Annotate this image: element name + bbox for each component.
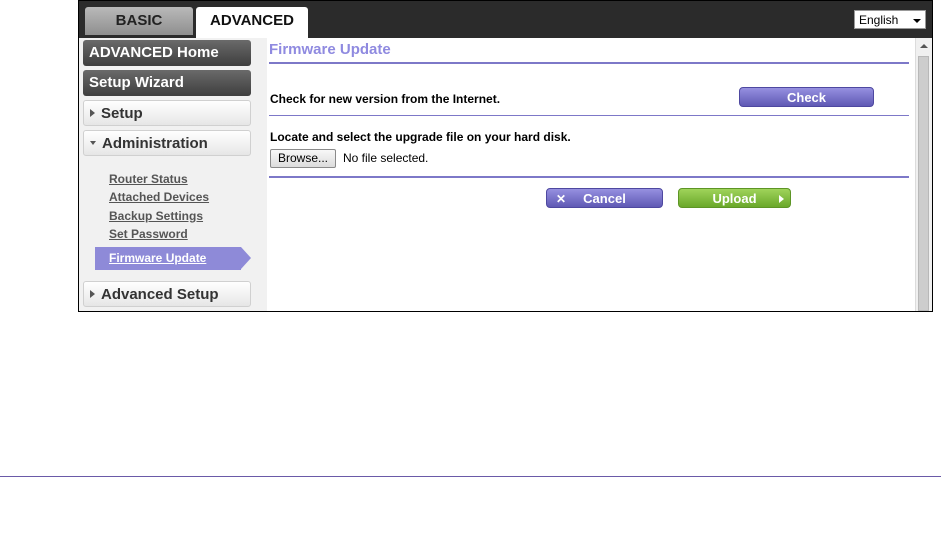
page-title: Firmware Update [269, 41, 391, 58]
triangle-down-icon [90, 141, 96, 146]
main-content: Firmware Update Check for new version fr… [267, 38, 932, 311]
upload-button[interactable]: Upload [678, 188, 791, 208]
sidebar-item-advanced-setup[interactable]: Advanced Setup [83, 281, 251, 307]
scroll-thumb[interactable] [918, 56, 929, 311]
cancel-button-label: Cancel [583, 191, 626, 206]
locate-label: Locate and select the upgrade file on yo… [270, 130, 571, 144]
sidebar: ADVANCED Home Setup Wizard Setup Adminis… [79, 38, 267, 311]
sidebar-subitem-firmware-update[interactable]: Firmware Update [95, 247, 241, 270]
sidebar-subitem-backup-settings[interactable]: Backup Settings [109, 209, 203, 223]
triangle-right-icon [90, 290, 95, 299]
arrow-right-icon [779, 195, 784, 203]
sidebar-item-label: Setup [101, 105, 143, 122]
active-item-pointer [241, 247, 251, 269]
divider [269, 62, 909, 64]
sidebar-item-administration[interactable]: Administration [83, 130, 251, 156]
scroll-up-icon[interactable] [920, 44, 928, 48]
router-admin-frame: BASIC ADVANCED English ADVANCED Home Set… [78, 0, 933, 312]
chevron-down-icon [913, 19, 921, 23]
upload-button-label: Upload [712, 191, 757, 206]
divider [269, 176, 909, 178]
language-select[interactable]: English [854, 10, 926, 29]
scrollbar[interactable] [915, 38, 932, 311]
sidebar-item-label: Administration [102, 135, 208, 152]
sidebar-item-setup-wizard[interactable]: Setup Wizard [83, 70, 251, 96]
cancel-button[interactable]: ✕ Cancel [546, 188, 663, 208]
check-button[interactable]: Check [739, 87, 874, 107]
check-label: Check for new version from the Internet. [270, 92, 501, 106]
close-icon: ✕ [556, 192, 567, 206]
sidebar-item-advanced-home[interactable]: ADVANCED Home [83, 40, 251, 66]
language-selected-value: English [859, 13, 899, 27]
check-button-label: Check [786, 90, 827, 105]
triangle-right-icon [90, 109, 95, 118]
sidebar-subitem-set-password[interactable]: Set Password [109, 227, 188, 241]
tab-basic[interactable]: BASIC [85, 7, 193, 35]
sidebar-subitem-attached-devices[interactable]: Attached Devices [109, 190, 209, 204]
divider [269, 115, 909, 116]
browse-button[interactable]: Browse... [270, 149, 336, 168]
sidebar-subitem-router-status[interactable]: Router Status [109, 172, 188, 186]
sidebar-item-label: ADVANCED Home [89, 44, 219, 61]
sidebar-item-label: Advanced Setup [101, 286, 219, 303]
tab-advanced[interactable]: ADVANCED [196, 7, 308, 39]
file-status: No file selected. [343, 151, 429, 165]
page-divider [0, 476, 941, 477]
sidebar-item-label: Setup Wizard [89, 74, 184, 91]
page: BASIC ADVANCED English ADVANCED Home Set… [0, 0, 941, 544]
sidebar-item-setup[interactable]: Setup [83, 100, 251, 126]
